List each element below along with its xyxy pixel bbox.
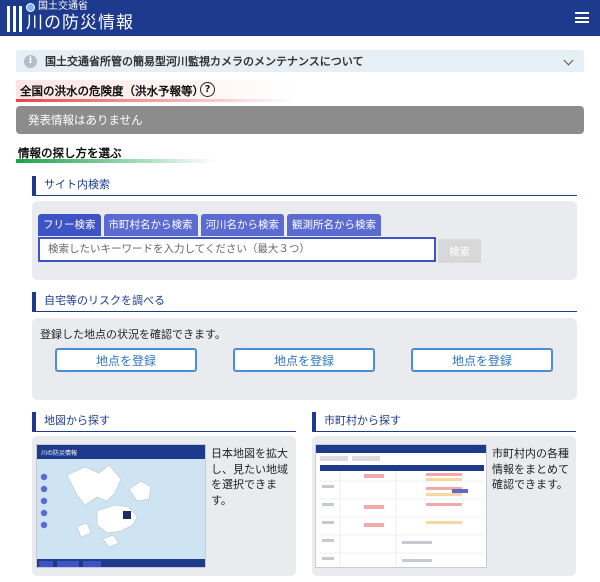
register-point-button-3[interactable]: 地点を登録 — [411, 348, 553, 372]
site-title[interactable]: 川の防災情報 — [26, 12, 134, 34]
register-point-button-2[interactable]: 地点を登録 — [233, 348, 375, 372]
japan-map-image: 川の防災情報 — [37, 445, 205, 567]
search-method-heading: 情報の探し方を選ぶ — [16, 145, 216, 163]
hamburger-menu-icon[interactable] — [575, 12, 589, 23]
risk-description: 登録した地点の状況を確認できます。 — [40, 328, 226, 341]
flood-heading-text: 全国の洪水の危険度（洪水予報等） — [20, 84, 204, 98]
ministry-logo-icon — [26, 2, 35, 12]
search-button[interactable]: 検索 — [438, 239, 481, 263]
chevron-down-icon[interactable] — [563, 55, 574, 66]
map-search-heading[interactable]: 地図から探す — [32, 412, 296, 432]
register-point-button-1[interactable]: 地点を登録 — [55, 348, 197, 372]
search-tabs: フリー検索 市町村名から検索 河川名から検索 観測所名から検索 — [38, 214, 384, 236]
municipality-card-description: 市町村内の各種 情報をまとめて 確認できます。 — [492, 446, 569, 493]
site-search-heading: サイト内検索 — [32, 176, 577, 196]
muni-card-line: 確認できます。 — [492, 478, 568, 491]
municipality-thumbnail[interactable] — [315, 444, 487, 568]
map-thumb-title: 川の防災情報 — [41, 449, 77, 457]
map-card-line: し、見たい地域 — [211, 462, 288, 476]
tab-municipality-search[interactable]: 市町村名から検索 — [103, 214, 198, 236]
tab-free-search[interactable]: フリー検索 — [38, 214, 101, 236]
tab-river-search[interactable]: 河川名から検索 — [200, 214, 284, 236]
map-card-line: を選択できま — [211, 478, 277, 491]
map-card-line: す。 — [211, 493, 232, 507]
search-input[interactable]: 検索したいキーワードを入力してください（最大３つ） — [38, 237, 436, 262]
map-card-line: 日本地図を拡大 — [211, 447, 288, 460]
site-header: 国土交通省 川の防災情報 — [0, 0, 600, 36]
method-heading-underline — [16, 159, 216, 163]
notice-text: 国土交通省所管の簡易型河川監視カメラのメンテナンスについて — [45, 55, 364, 68]
tab-station-search[interactable]: 観測所名から検索 — [287, 214, 381, 236]
help-icon[interactable]: ? — [200, 82, 215, 97]
map-thumbnail[interactable]: 川の防災情報 — [36, 444, 206, 568]
municipality-page-image — [316, 445, 486, 567]
muni-card-line: 情報をまとめて — [492, 462, 569, 476]
flood-heading-underline — [16, 99, 296, 102]
flood-danger-heading: 全国の洪水の危険度（洪水予報等） — [16, 80, 296, 102]
home-risk-heading: 自宅等のリスクを調べる — [32, 292, 577, 312]
info-icon: i — [24, 54, 37, 68]
municipality-search-heading[interactable]: 市町村から探す — [312, 412, 576, 432]
muni-card-line: 市町村内の各種 — [492, 447, 569, 460]
no-announcement-banner: 発表情報はありません — [16, 106, 584, 134]
map-card-description: 日本地図を拡大 し、見たい地域 を選択できま す。 — [211, 446, 288, 508]
maintenance-notice[interactable]: i 国土交通省所管の簡易型河川監視カメラのメンテナンスについて — [16, 50, 584, 72]
